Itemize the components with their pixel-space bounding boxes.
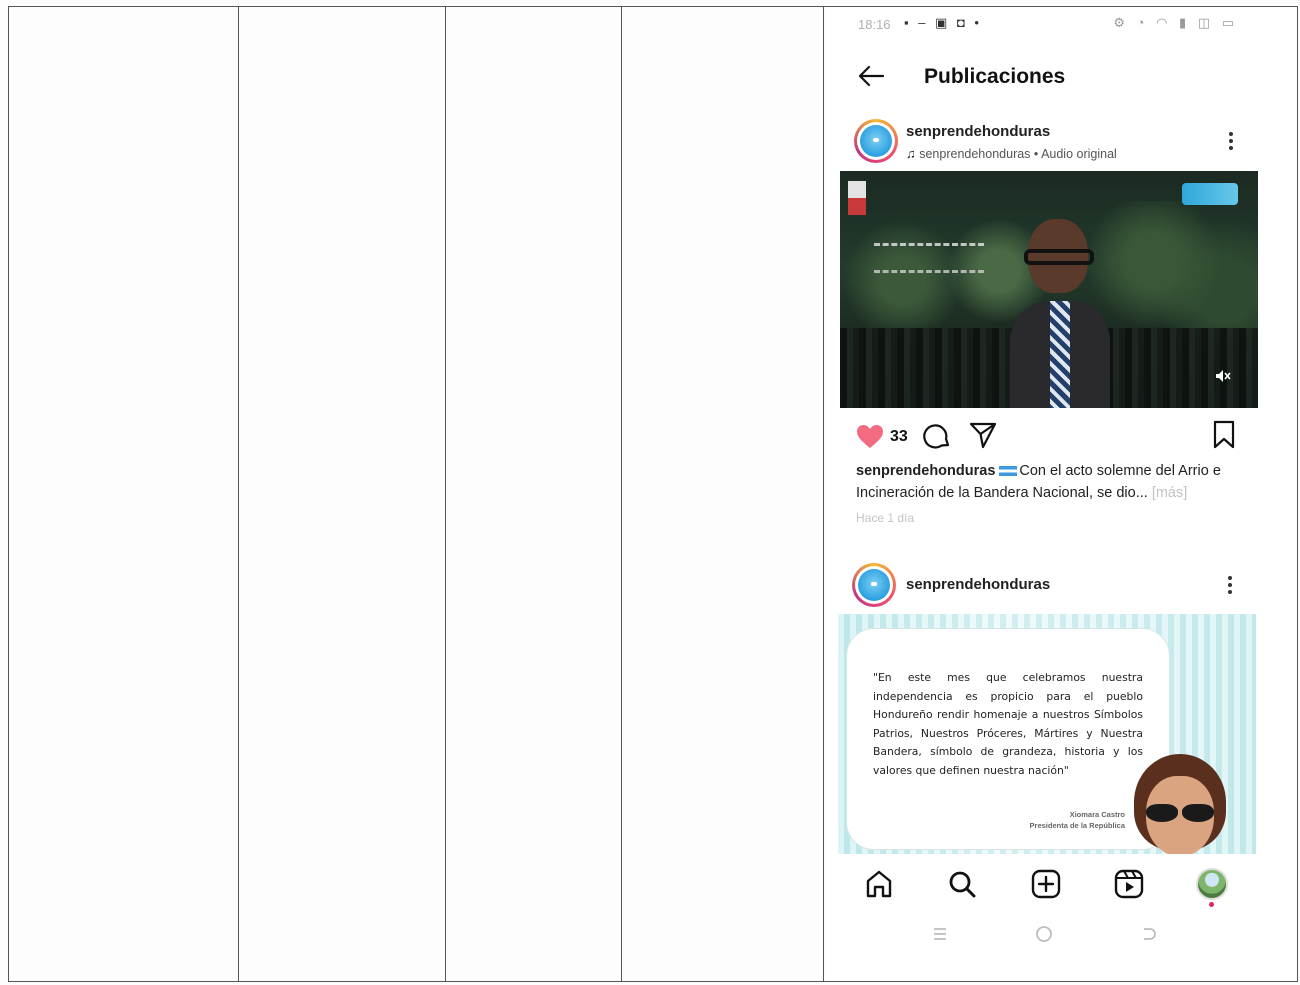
scanned-page: 18:16 ▪ – ▣ ◘ • ⚙ ◔ ◠ ▮ ◫ ▭ Publicacione… [0, 0, 1300, 985]
signature-role: Presidenta de la República [1029, 821, 1125, 830]
bottom-navigation [826, 860, 1296, 908]
table-column-divider [238, 6, 239, 982]
portrait-photo [1134, 754, 1226, 854]
page-title: Publicaciones [924, 65, 1066, 88]
audio-text: senprendehonduras • Audio original [919, 147, 1117, 161]
table-top-line [8, 6, 1298, 7]
quote-text: "En este mes que celebramos nuestra inde… [873, 671, 1143, 777]
muted-speaker-icon[interactable] [1214, 367, 1232, 385]
post-image[interactable]: "En este mes que celebramos nuestra inde… [838, 614, 1256, 854]
post-caption[interactable]: senprendehonduras Con el acto solemne del… [856, 460, 1268, 504]
channel-logo-left [848, 181, 866, 215]
quote-card: "En este mes que celebramos nuestra inde… [846, 628, 1170, 850]
channel-logo-right [1182, 183, 1238, 205]
post-timestamp: Hace 1 día [856, 511, 915, 525]
search-icon[interactable] [946, 868, 978, 900]
quote-signature: Xiomara Castro Presidenta de la Repúblic… [1030, 809, 1125, 831]
table-column-divider [823, 6, 824, 982]
status-notification-icons: ▪ – ▣ ◘ • [904, 15, 982, 30]
signature-name: Xiomara Castro [1069, 810, 1125, 819]
profile-avatar[interactable] [1196, 868, 1228, 900]
recent-apps-icon[interactable] [930, 924, 950, 944]
flag-icon [999, 466, 1018, 476]
home-icon[interactable] [863, 868, 895, 900]
status-time: 18:16 [858, 17, 891, 32]
avatar[interactable] [852, 563, 896, 607]
heart-icon[interactable] [856, 424, 884, 450]
phone-screenshot: 18:16 ▪ – ▣ ◘ • ⚙ ◔ ◠ ▮ ◫ ▭ Publicacione… [826, 8, 1296, 980]
notification-dot [1209, 902, 1214, 907]
arrow-left-icon [858, 65, 885, 87]
video-overlay-text [874, 243, 984, 273]
table-column-divider [621, 6, 622, 982]
reels-icon[interactable] [1113, 868, 1145, 900]
post-audio-label[interactable]: ♫ senprendehonduras • Audio original [906, 146, 1117, 161]
post-video[interactable] [840, 171, 1258, 408]
music-note-icon: ♫ [906, 146, 916, 161]
comment-icon[interactable] [922, 421, 952, 451]
status-bar: 18:16 ▪ – ▣ ◘ • ⚙ ◔ ◠ ▮ ◫ ▭ [826, 8, 1296, 40]
post-username[interactable]: senprendehonduras [906, 576, 1050, 593]
back-gesture-icon[interactable] [1138, 924, 1158, 944]
back-button[interactable] [856, 62, 890, 92]
system-navigation-bar [826, 920, 1296, 950]
post-username[interactable]: senprendehonduras [906, 123, 1050, 140]
avatar[interactable] [854, 119, 898, 163]
like-count[interactable]: 33 [890, 428, 908, 446]
share-icon[interactable] [968, 420, 998, 450]
post-actions: 33 [826, 418, 1296, 454]
caption-username[interactable]: senprendehonduras [856, 463, 995, 479]
home-circle-icon[interactable] [1034, 924, 1054, 944]
more-options-button[interactable] [1226, 130, 1236, 152]
app-header: Publicaciones [826, 56, 1296, 100]
status-system-icons: ⚙ ◔ ◠ ▮ ◫ ▭ [1113, 15, 1238, 30]
more-options-button[interactable] [1225, 574, 1235, 596]
caption-more-link[interactable]: [más] [1152, 485, 1187, 501]
table-column-divider [445, 6, 446, 982]
add-post-icon[interactable] [1030, 868, 1062, 900]
video-speaker [1010, 219, 1110, 408]
bookmark-icon[interactable] [1212, 420, 1236, 450]
